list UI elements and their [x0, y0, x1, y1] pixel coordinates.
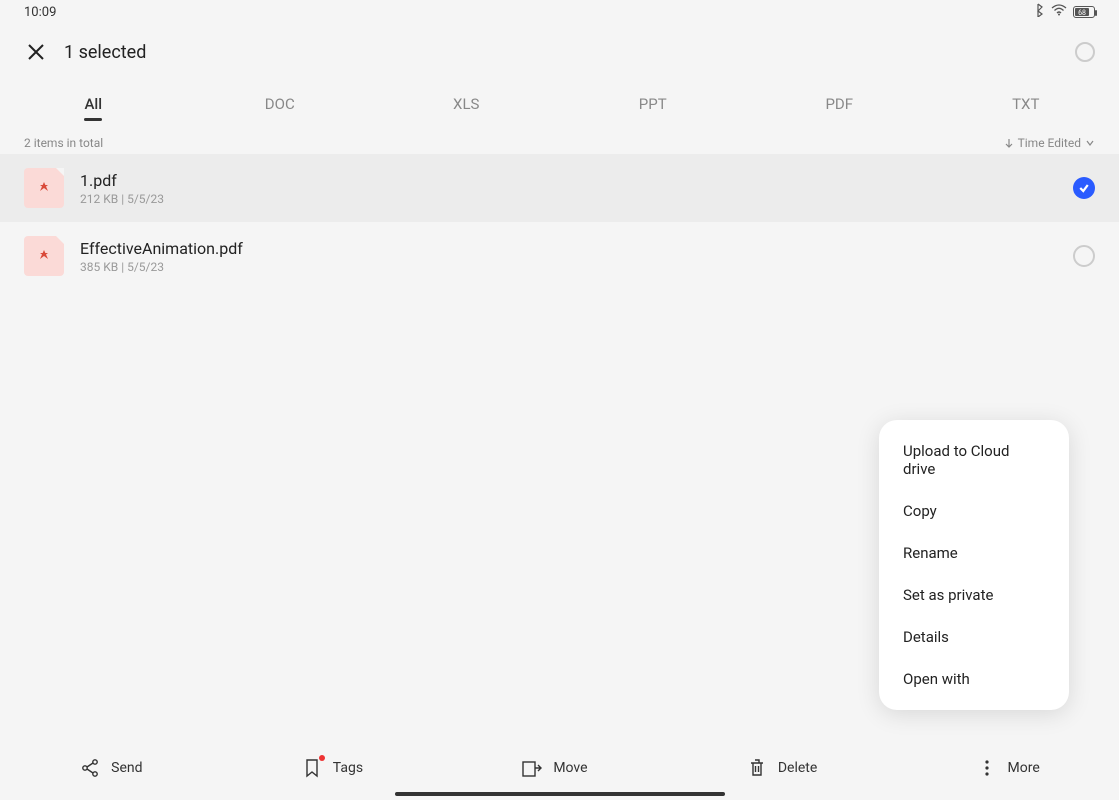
selection-count: 1 selected: [64, 42, 146, 63]
tab-doc[interactable]: DOC: [187, 83, 374, 125]
tab-pdf[interactable]: PDF: [746, 83, 933, 125]
delete-label: Delete: [778, 760, 817, 776]
tab-xls[interactable]: XLS: [373, 83, 560, 125]
file-meta: 385 KB | 5/5/23: [80, 260, 1057, 274]
file-info: EffectiveAnimation.pdf 385 KB | 5/5/23: [80, 239, 1057, 274]
file-meta: 212 KB | 5/5/23: [80, 192, 1057, 206]
file-checkbox[interactable]: [1073, 245, 1095, 267]
select-all-toggle[interactable]: [1075, 42, 1095, 62]
send-button[interactable]: Send: [79, 757, 142, 779]
tab-txt[interactable]: TXT: [933, 83, 1119, 125]
bluetooth-icon: [1035, 3, 1045, 21]
menu-copy[interactable]: Copy: [879, 490, 1069, 532]
item-count: 2 items in total: [24, 136, 103, 150]
status-time: 10:09: [24, 5, 56, 20]
more-label: More: [1008, 760, 1040, 776]
sort-label: Time Edited: [1018, 136, 1081, 150]
menu-set-private[interactable]: Set as private: [879, 574, 1069, 616]
bookmark-icon: [301, 757, 323, 779]
menu-details[interactable]: Details: [879, 616, 1069, 658]
tags-button[interactable]: Tags: [301, 757, 363, 779]
file-name: EffectiveAnimation.pdf: [80, 239, 1057, 258]
sort-button[interactable]: Time Edited: [1004, 136, 1095, 150]
sort-arrow-icon: [1004, 138, 1014, 148]
file-name: 1.pdf: [80, 171, 1057, 190]
more-button[interactable]: More: [976, 757, 1040, 779]
menu-open-with[interactable]: Open with: [879, 658, 1069, 700]
menu-rename[interactable]: Rename: [879, 532, 1069, 574]
file-type-tabs: All DOC XLS PPT PDF TXT: [0, 80, 1119, 128]
bottom-action-bar: Send Tags Move Delete More: [0, 736, 1119, 800]
pdf-file-icon: [24, 168, 64, 208]
tab-ppt[interactable]: PPT: [560, 83, 747, 125]
trash-icon: [746, 757, 768, 779]
share-icon: [79, 757, 101, 779]
tab-all[interactable]: All: [0, 83, 187, 125]
battery-icon: 68: [1073, 6, 1095, 18]
file-row[interactable]: EffectiveAnimation.pdf 385 KB | 5/5/23: [0, 222, 1119, 290]
pdf-file-icon: [24, 236, 64, 276]
send-label: Send: [111, 760, 142, 776]
file-info: 1.pdf 212 KB | 5/5/23: [80, 171, 1057, 206]
move-icon: [521, 757, 543, 779]
more-vertical-icon: [976, 757, 998, 779]
home-indicator[interactable]: [395, 792, 725, 796]
tags-badge-dot: [319, 755, 325, 761]
close-selection-button[interactable]: [24, 40, 48, 64]
more-context-menu: Upload to Cloud drive Copy Rename Set as…: [879, 420, 1069, 710]
list-summary: 2 items in total Time Edited: [0, 128, 1119, 154]
chevron-down-icon: [1085, 138, 1095, 148]
status-icons: 68: [1035, 3, 1095, 21]
delete-button[interactable]: Delete: [746, 757, 817, 779]
battery-level: 68: [1075, 8, 1089, 16]
tags-label: Tags: [333, 760, 363, 776]
wifi-icon: [1051, 4, 1067, 20]
file-row[interactable]: 1.pdf 212 KB | 5/5/23: [0, 154, 1119, 222]
move-label: Move: [553, 760, 587, 776]
status-bar: 10:09 68: [0, 0, 1119, 24]
move-button[interactable]: Move: [521, 757, 587, 779]
selection-header: 1 selected: [0, 24, 1119, 80]
menu-upload-cloud[interactable]: Upload to Cloud drive: [879, 430, 1069, 490]
file-checkbox[interactable]: [1073, 177, 1095, 199]
